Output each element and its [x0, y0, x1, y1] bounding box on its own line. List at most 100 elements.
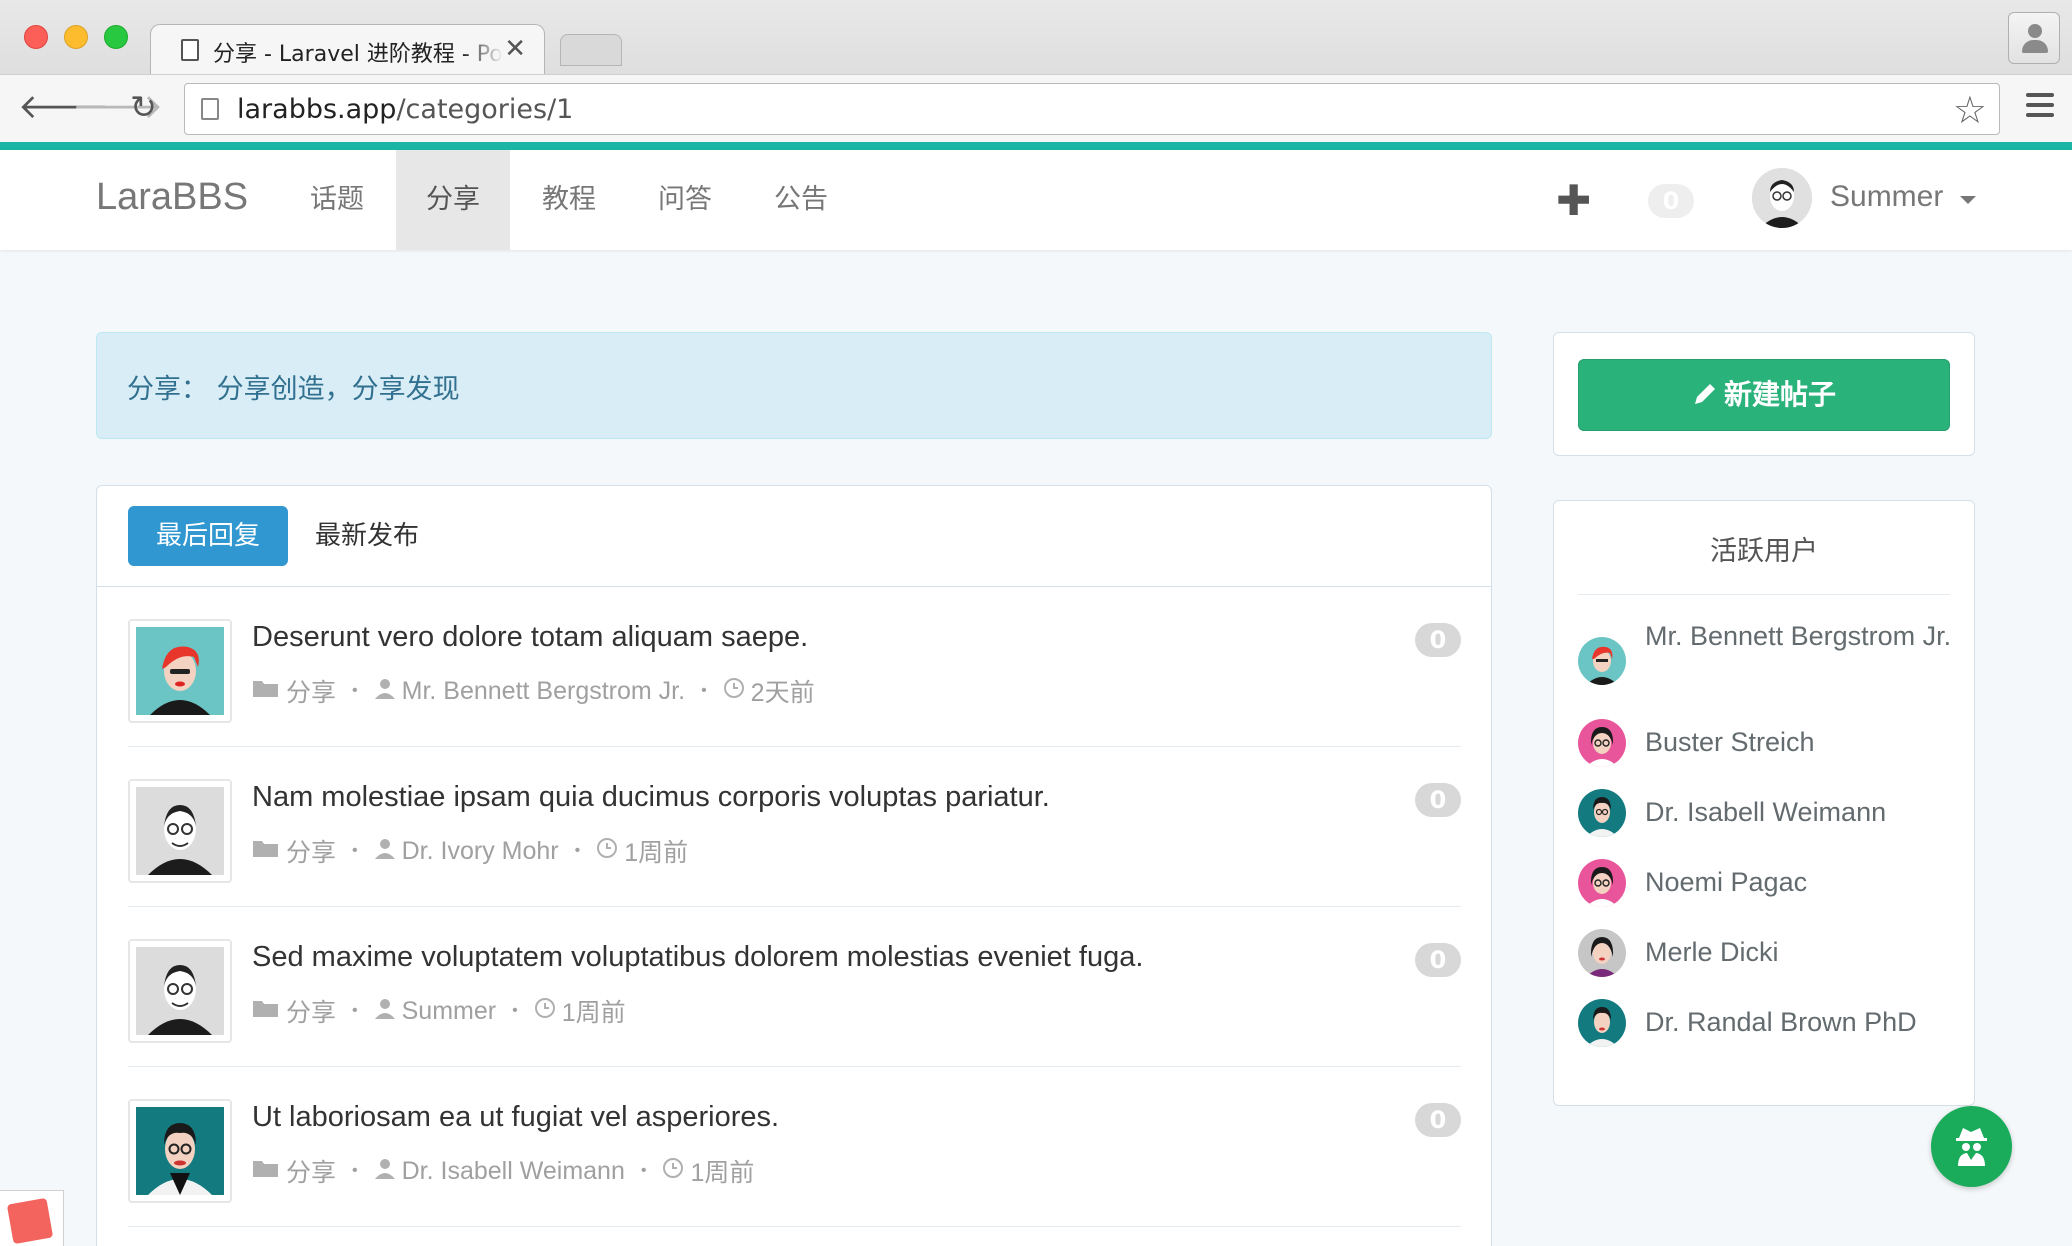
- laravel-debugbar-tab[interactable]: [0, 1190, 64, 1246]
- topic-title[interactable]: Ut laboriosam ea ut fugiat vel asperiore…: [252, 1101, 779, 1134]
- user-icon: [374, 837, 396, 866]
- reply-count-badge: 0: [1415, 783, 1461, 817]
- active-user-name[interactable]: Noemi Pagac: [1645, 857, 1955, 908]
- topic-author[interactable]: Dr. Isabell Weimann: [402, 1157, 625, 1186]
- nav-item-qa[interactable]: 问答: [628, 150, 742, 250]
- caret-down-icon[interactable]: [1960, 196, 1976, 204]
- folder-icon: [252, 837, 280, 866]
- topic-author[interactable]: Summer: [402, 997, 496, 1026]
- clock-icon: [723, 677, 745, 706]
- clock-icon: [596, 837, 618, 866]
- folder-icon: [252, 997, 280, 1026]
- topic-category[interactable]: 分享: [286, 993, 336, 1029]
- avatar[interactable]: [128, 939, 232, 1043]
- clock-icon: [534, 997, 556, 1026]
- new-post-button[interactable]: 新建帖子: [1578, 359, 1950, 431]
- user-menu[interactable]: Summer: [1830, 180, 1943, 214]
- topic-title[interactable]: Deserunt vero dolore totam aliquam saepe…: [252, 621, 808, 654]
- topic-time: 1周前: [561, 999, 626, 1027]
- bookmark-star-icon[interactable]: ☆: [1953, 88, 1987, 132]
- active-user-name[interactable]: Mr. Bennett Bergstrom Jr.: [1645, 611, 1955, 662]
- topic-meta: 分享 • Dr. Ivory Mohr • 1周前: [252, 833, 688, 869]
- tab-last-reply[interactable]: 最后回复: [128, 506, 289, 566]
- page-icon: [181, 39, 199, 61]
- avatar[interactable]: [1752, 168, 1812, 228]
- pencil-icon: [1692, 378, 1724, 411]
- topic-author[interactable]: Dr. Ivory Mohr: [402, 837, 559, 866]
- debug-toolbar-button[interactable]: [1931, 1106, 2012, 1187]
- brand-logo[interactable]: LaraBBS: [96, 176, 248, 219]
- topic-category[interactable]: 分享: [286, 1153, 336, 1189]
- avatar: [1578, 999, 1626, 1047]
- site-navbar: LaraBBS 话题 分享 教程 问答 公告 ✚ 0 Summer: [0, 150, 2072, 250]
- avatar[interactable]: [128, 779, 232, 883]
- topic-time: 1周前: [690, 1159, 755, 1187]
- browser-chrome: 分享 - Laravel 进阶教程 - Po ✕ 🡐 🡒 ↻ larabbs.a…: [0, 0, 2072, 142]
- new-tab-button[interactable]: [560, 34, 622, 66]
- tab-latest[interactable]: 最新发布: [287, 506, 447, 566]
- avatar: [1578, 719, 1626, 767]
- accent-bar: [0, 142, 2072, 150]
- active-user-name[interactable]: Buster Streich: [1645, 717, 1955, 768]
- nav-item-tutorials[interactable]: 教程: [512, 150, 626, 250]
- browser-menu-icon[interactable]: [2026, 93, 2054, 123]
- close-icon[interactable]: ✕: [504, 34, 526, 64]
- reply-count-badge: 0: [1415, 943, 1461, 977]
- avatar[interactable]: [128, 1099, 232, 1203]
- folder-icon: [252, 677, 280, 706]
- topic-title[interactable]: Sed maxime voluptatem voluptatibus dolor…: [252, 941, 1143, 974]
- tab-title: 分享 - Laravel 进阶教程 - Po: [213, 36, 503, 68]
- url-text[interactable]: larabbs.app/categories/1: [237, 94, 573, 125]
- address-bar[interactable]: larabbs.app/categories/1 ☆: [184, 83, 2000, 135]
- avatar: [1578, 789, 1626, 837]
- avatar: [1578, 637, 1626, 685]
- new-post-panel: 新建帖子: [1553, 332, 1975, 456]
- topic-category[interactable]: 分享: [286, 833, 336, 869]
- avatar: [1578, 929, 1626, 977]
- avatar: [1578, 859, 1626, 907]
- user-icon: [374, 677, 396, 706]
- topic-sort-tabs: 最后回复 最新发布: [97, 486, 1491, 587]
- topic-row: Nam molestiae ipsam quia ducimus corpori…: [128, 747, 1461, 907]
- reply-count-badge: 0: [1415, 623, 1461, 657]
- topic-row: Sed maxime voluptatem voluptatibus dolor…: [128, 907, 1461, 1067]
- topic-title[interactable]: Nam molestiae ipsam quia ducimus corpori…: [252, 781, 1050, 814]
- reload-icon[interactable]: ↻: [130, 87, 157, 127]
- spy-icon: [1956, 1128, 1987, 1166]
- topic-meta: 分享 • Summer • 1周前: [252, 993, 626, 1029]
- topic-category[interactable]: 分享: [286, 673, 336, 709]
- category-alert: 分享： 分享创造，分享发现: [96, 332, 1492, 439]
- maximize-window-button[interactable]: [104, 25, 128, 49]
- close-window-button[interactable]: [24, 25, 48, 49]
- nav-item-share[interactable]: 分享: [396, 150, 510, 250]
- active-user-name[interactable]: Dr. Randal Brown PhD: [1645, 997, 1955, 1048]
- laravel-logo-icon: [6, 1197, 54, 1245]
- browser-toolbar: 🡐 🡒 ↻ larabbs.app/categories/1 ☆: [0, 74, 2072, 142]
- topic-time: 1周前: [624, 839, 689, 867]
- active-user-name[interactable]: Merle Dicki: [1645, 927, 1955, 978]
- reply-count-badge: 0: [1415, 1103, 1461, 1137]
- nav-item-announcements[interactable]: 公告: [744, 150, 858, 250]
- active-users-title: 活跃用户: [1578, 529, 1950, 595]
- user-icon: [374, 1157, 396, 1186]
- profile-button[interactable]: [2008, 12, 2060, 64]
- clock-icon: [662, 1157, 684, 1186]
- page-icon: [201, 98, 219, 120]
- category-description: 分享： 分享创造，分享发现: [127, 374, 460, 405]
- active-users-panel: 活跃用户 Mr. Bennett Bergstrom Jr. Buster St…: [1553, 500, 1975, 1106]
- topics-panel: 最后回复 最新发布 Deserunt vero dolore totam ali…: [96, 485, 1492, 1246]
- browser-tab[interactable]: 分享 - Laravel 进阶教程 - Po ✕: [150, 24, 545, 74]
- topic-time: 2天前: [750, 679, 815, 707]
- active-user-name[interactable]: Dr. Isabell Weimann: [1645, 787, 1955, 838]
- topic-meta: 分享 • Dr. Isabell Weimann • 1周前: [252, 1153, 754, 1189]
- folder-icon: [252, 1157, 280, 1186]
- topic-row: Deserunt vero dolore totam aliquam saepe…: [128, 587, 1461, 747]
- avatar[interactable]: [128, 619, 232, 723]
- minimize-window-button[interactable]: [64, 25, 88, 49]
- topic-row: Ut laboriosam ea ut fugiat vel asperiore…: [128, 1067, 1461, 1227]
- notification-badge[interactable]: 0: [1648, 184, 1694, 218]
- user-icon: [2028, 24, 2042, 38]
- plus-icon[interactable]: ✚: [1556, 176, 1591, 225]
- topic-author[interactable]: Mr. Bennett Bergstrom Jr.: [402, 677, 685, 706]
- nav-item-topics[interactable]: 话题: [280, 150, 394, 250]
